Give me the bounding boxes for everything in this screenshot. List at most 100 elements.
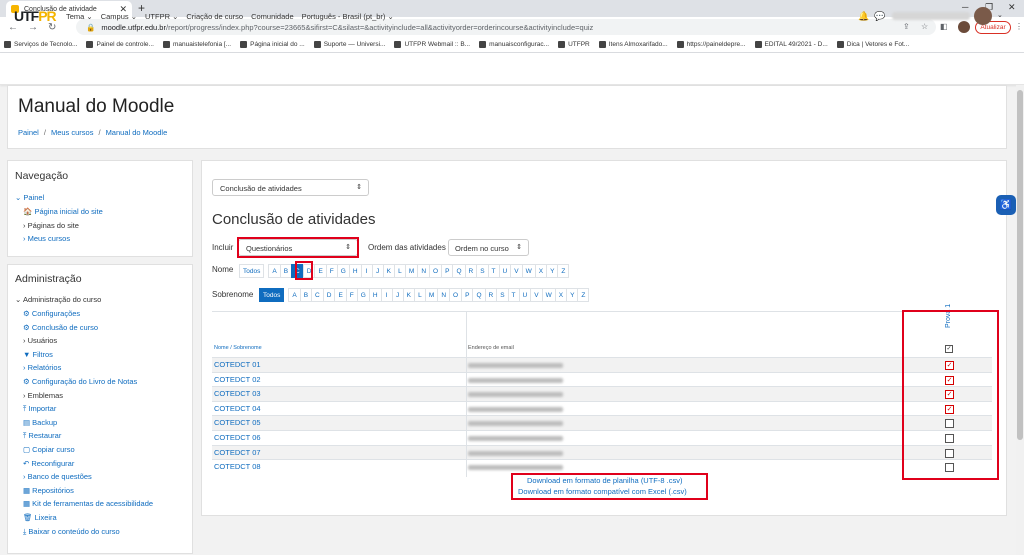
first-name-letter-m[interactable]: M xyxy=(404,264,419,278)
admin-item[interactable]: 🗑 Lixeira xyxy=(23,513,57,522)
notification-bell-icon[interactable]: 🔔 xyxy=(858,11,869,22)
address-bar[interactable]: 🔒 moodle.utfpr.edu.br /report/progress/i… xyxy=(76,19,936,35)
admin-item[interactable]: › Emblemas xyxy=(23,391,63,400)
admin-item[interactable]: ▢ Copiar curso xyxy=(23,445,75,454)
first-name-letter-w[interactable]: W xyxy=(521,264,536,278)
admin-item[interactable]: ⚙ Conclusão de curso xyxy=(23,323,98,332)
table-row: COTEDCT 06 xyxy=(212,430,992,445)
breadcrumb-painel[interactable]: Painel xyxy=(18,128,39,137)
student-email-blurred xyxy=(468,450,563,456)
admin-item[interactable]: ▦ Kit de ferramentas de acessibilidade xyxy=(23,499,153,508)
admin-item[interactable]: › Relatórios xyxy=(23,363,61,372)
last-name-letter-m[interactable]: M xyxy=(424,288,439,302)
administration-title: Administração xyxy=(15,273,82,285)
accessibility-widget-icon[interactable]: ♿ xyxy=(996,195,1016,215)
admin-item-label: Backup xyxy=(32,417,58,427)
admin-item[interactable]: ▦ Repositórios xyxy=(23,486,74,495)
navigation-title: Navegação xyxy=(15,170,69,182)
admin-item[interactable]: ⤒ Importar xyxy=(23,404,56,414)
primary-menu-item[interactable]: Português - Brasil (pt_br) ⌄ xyxy=(302,12,394,21)
close-window-icon[interactable]: ✕ xyxy=(1008,2,1016,13)
user-name-blurred[interactable] xyxy=(892,12,970,20)
ordem-select[interactable]: Ordem no curso ⇕ xyxy=(448,239,529,256)
breadcrumb-course[interactable]: Manual do Moodle xyxy=(106,128,168,137)
bookmark-label: Painel de controle... xyxy=(96,41,154,48)
report-select[interactable]: Conclusão de atividades ⇕ xyxy=(212,179,369,196)
student-name-link[interactable]: COTEDCT 03 xyxy=(214,389,261,398)
bookmarks-bar: Serviços de Tecnolo... Painel de controle… xyxy=(0,37,1024,53)
bookmark-item[interactable]: Serviços de Tecnolo... xyxy=(4,41,77,48)
bookmark-item[interactable]: Suporte — Universi... xyxy=(313,41,385,48)
primary-menu-item[interactable]: Comunidade xyxy=(251,12,294,21)
highlight-incluir xyxy=(237,237,359,258)
messages-icon[interactable]: 💬 xyxy=(874,11,885,22)
student-name-link[interactable]: COTEDCT 07 xyxy=(214,448,261,457)
nav-item-site-home[interactable]: 🏠 Página inicial do site xyxy=(23,207,103,216)
student-name-link[interactable]: COTEDCT 01 xyxy=(214,360,261,369)
bookmark-favicon-icon xyxy=(4,41,11,48)
student-name-link[interactable]: COTEDCT 08 xyxy=(214,462,261,471)
admin-item[interactable]: ↶ Reconfigurar xyxy=(23,459,74,468)
first-name-letter-z[interactable]: Z xyxy=(557,264,570,278)
select-caret-icon: ⇕ xyxy=(356,184,362,191)
admin-item[interactable]: ⚙ Configuração do Livro de Notas xyxy=(23,377,137,386)
last-name-all-button[interactable]: Todos xyxy=(259,288,285,302)
share-icon[interactable]: ⇪ xyxy=(903,22,910,31)
bookmark-item[interactable]: UTFPR xyxy=(558,41,590,48)
admin-item[interactable]: ⚙ Configurações xyxy=(23,309,80,318)
admin-item-label: Restaurar xyxy=(28,431,62,441)
bookmark-item[interactable]: manuaisconfigurac... xyxy=(479,41,549,48)
last-name-letter-w[interactable]: W xyxy=(541,288,556,302)
nav-item-site-pages[interactable]: › Páginas do site xyxy=(23,221,79,230)
bookmark-item[interactable]: Itens Almoxarifado... xyxy=(598,41,668,48)
bookmark-item[interactable]: Painel de controle... xyxy=(86,41,154,48)
admin-course-root[interactable]: ⌄ Administração do curso xyxy=(15,295,101,304)
bookmark-item[interactable]: Página inicial do ... xyxy=(240,41,305,48)
student-name-link[interactable]: COTEDCT 04 xyxy=(214,404,261,413)
last-name-letter-filter: Todos A B C D E F G H I J K L M N O P Q R S T U V W X Y Z xyxy=(259,288,590,302)
minimize-icon[interactable]: ─ xyxy=(962,2,968,12)
admin-item[interactable]: › Banco de questões xyxy=(23,472,92,481)
primary-menu-item[interactable]: UTFPR ⌄ xyxy=(145,12,178,21)
sort-by-first-name[interactable]: Nome xyxy=(214,345,229,351)
bookmark-item[interactable]: Dica | Vetores e Fot... xyxy=(836,41,909,48)
nav-item-my-courses[interactable]: › Meus cursos xyxy=(23,234,70,243)
utfpr-logo[interactable]: UTFPR xyxy=(14,8,57,24)
student-email-blurred xyxy=(468,465,563,471)
url-path: /report/progress/index.php?course=23665&… xyxy=(165,22,594,32)
table-row: COTEDCT 05 xyxy=(212,415,992,431)
student-name-link[interactable]: COTEDCT 06 xyxy=(214,433,261,442)
primary-menu-item[interactable]: Campus ⌄ xyxy=(101,12,137,21)
first-name-all-button[interactable]: Todos xyxy=(239,264,265,278)
bookmark-item[interactable]: manuaistelefonia [... xyxy=(162,41,231,48)
scrollbar-thumb[interactable] xyxy=(1017,90,1023,440)
user-menu-chevron-icon[interactable]: ⌄ xyxy=(997,11,1003,19)
admin-item[interactable]: ▤ Backup xyxy=(23,418,57,427)
highlight-activity-column xyxy=(902,310,999,480)
menu-kebab-icon[interactable]: ⋮ xyxy=(1015,22,1023,31)
primary-menu-item[interactable]: Tema ⌄ xyxy=(66,12,93,21)
admin-item[interactable]: ⤒ Restaurar xyxy=(23,431,61,441)
bookmark-item[interactable]: UTFPR Webmail :: B... xyxy=(394,41,470,48)
student-name-link[interactable]: COTEDCT 05 xyxy=(214,418,261,427)
last-name-letter-z[interactable]: Z xyxy=(577,288,590,302)
side-panel-icon[interactable]: ◧ xyxy=(940,22,948,31)
bookmark-item[interactable]: https://painel​depre... xyxy=(676,41,746,48)
bookmark-label: manuaisconfigurac... xyxy=(489,41,550,48)
student-email-blurred xyxy=(468,377,563,383)
admin-item[interactable]: ▼ Filtros xyxy=(23,350,53,359)
profile-avatar[interactable] xyxy=(958,21,970,33)
star-icon[interactable]: ☆ xyxy=(921,22,928,31)
admin-item-label: Configuração do Livro de Notas xyxy=(31,377,138,386)
nav-item-painel[interactable]: ⌄ Painel xyxy=(15,193,44,202)
breadcrumb-meus-cursos[interactable]: Meus cursos xyxy=(51,128,94,137)
table-row: COTEDCT 02 ✓ xyxy=(212,371,992,387)
admin-item-label: Lixeira xyxy=(34,513,57,522)
admin-item[interactable]: ⤓ Baixar o conteúdo do curso xyxy=(23,527,120,537)
primary-menu-item[interactable]: Criação de curso xyxy=(186,12,243,21)
admin-item[interactable]: › Usuários xyxy=(23,336,57,345)
student-name-link[interactable]: COTEDCT 02 xyxy=(214,375,261,384)
admin-item-label: Baixar o conteúdo do curso xyxy=(28,526,120,536)
user-avatar[interactable] xyxy=(974,7,992,25)
bookmark-item[interactable]: EDITAL 49/2021 - D... xyxy=(754,41,828,48)
